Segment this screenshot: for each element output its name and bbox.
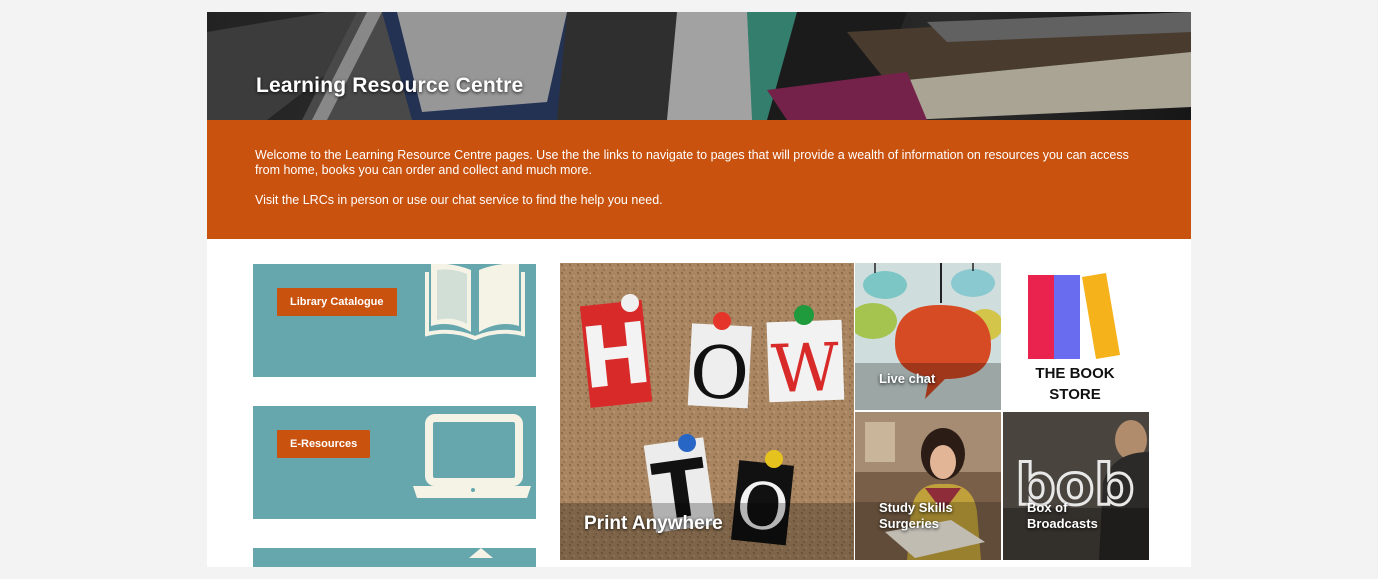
book-store-logo — [1028, 273, 1120, 359]
bob-logo-image: bob — [1003, 412, 1149, 560]
library-catalogue-tile[interactable]: Library Catalogue — [253, 264, 536, 377]
partial-icon — [469, 548, 493, 558]
book-store-line2: STORE — [1049, 386, 1101, 403]
lrc-page: Learning Resource Centre Welcome to the … — [207, 12, 1191, 567]
library-catalogue-button[interactable]: Library Catalogue — [277, 288, 397, 316]
student-studying-image — [855, 412, 1001, 560]
page-title: Learning Resource Centre — [256, 74, 524, 97]
box-of-broadcasts-label: Box of Broadcasts — [1027, 500, 1098, 531]
book-store-tile[interactable]: THE BOOK STORE — [1002, 263, 1148, 410]
book-store-line1: THE BOOK — [1035, 365, 1115, 382]
study-skills-tile[interactable]: Study Skills Surgeries — [855, 412, 1001, 560]
letter-o1: O — [688, 329, 751, 416]
book-store-label: THE BOOK STORE — [1002, 363, 1148, 405]
laptop-icon — [413, 414, 531, 498]
study-skills-label: Study Skills Surgeries — [879, 500, 953, 531]
speech-bubbles-image — [855, 263, 1001, 410]
box-of-broadcasts-tile[interactable]: bob Box of Broadcasts — [1003, 412, 1149, 560]
e-resources-button[interactable]: E-Resources — [277, 430, 371, 458]
print-anywhere-tile[interactable]: H O W T O — [560, 263, 854, 560]
welcome-paragraph: Welcome to the Learning Resource Centre … — [255, 148, 1129, 177]
live-chat-label: Live chat — [879, 371, 936, 386]
chat-paragraph: Visit the LRCs in person or use our chat… — [255, 193, 663, 207]
welcome-band: Welcome to the Learning Resource Centre … — [207, 120, 1191, 239]
live-chat-tile[interactable]: Live chat — [855, 263, 1001, 410]
letter-h: H — [576, 303, 656, 408]
books-banner-image — [207, 12, 1191, 120]
open-book-icon — [425, 264, 525, 341]
print-anywhere-label: Print Anywhere — [584, 513, 723, 534]
letter-w: W — [770, 329, 841, 408]
resource-tile-partial[interactable] — [253, 548, 536, 567]
hero-banner: Learning Resource Centre — [207, 12, 1191, 120]
e-resources-tile[interactable]: E-Resources — [253, 406, 536, 519]
